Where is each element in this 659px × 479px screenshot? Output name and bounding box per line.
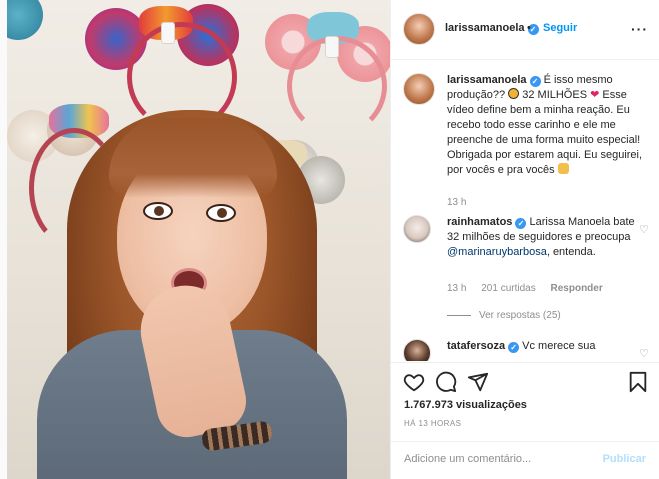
comment-like-heart-icon[interactable]: ♡: [639, 347, 649, 360]
caption-text-part2: 32 MILHÕES: [522, 89, 588, 101]
caption-comment: larissamanoela ✓ É isso mesmo produção?? …: [403, 73, 649, 208]
comment-item: rainhamatos ✓ Larissa Manoela bate 32 mil…: [403, 215, 649, 321]
heart-icon[interactable]: [403, 371, 425, 393]
comment-time[interactable]: 13 h: [447, 283, 466, 294]
comment-text: tatafersoza ✓ Vc merece sua: [447, 339, 643, 354]
author-avatar[interactable]: [403, 13, 435, 45]
comment-composer: Adicione um comentário... Publicar: [391, 441, 659, 479]
caption-username[interactable]: larissamanoela: [447, 74, 527, 86]
comment-text: rainhamatos ✓ Larissa Manoela bate 32 mil…: [447, 215, 643, 260]
verified-badge-icon: ✓: [515, 218, 527, 229]
follow-button[interactable]: Seguir: [543, 22, 577, 34]
instagram-post-modal: larissamanoela ✓ • Seguir ··· larissamano…: [0, 0, 659, 479]
caption-time[interactable]: 13 h: [447, 197, 466, 208]
caption-text-part3: Esse vídeo define bem a minha reação. Eu…: [447, 89, 643, 176]
author-username-text[interactable]: larissamanoela: [445, 22, 525, 34]
comments-list[interactable]: larissamanoela ✓ É isso mesmo produção?? …: [391, 61, 659, 361]
person-right-eye: [206, 204, 236, 222]
post-timestamp[interactable]: HÁ 13 HORAS: [404, 419, 461, 428]
commenter-avatar[interactable]: [403, 339, 431, 361]
commenter-username[interactable]: rainhamatos: [447, 216, 512, 228]
bookmark-icon[interactable]: [627, 371, 649, 393]
comment-mention-link[interactable]: @marinaruybarbosa: [447, 246, 547, 258]
publish-button[interactable]: Publicar: [603, 453, 646, 465]
praying-hands-emoji-icon: [557, 163, 569, 174]
red-heart-emoji-icon: ❤: [590, 89, 600, 101]
caption-meta: 13 h: [447, 197, 478, 208]
author-username[interactable]: larissamanoela ✓: [445, 22, 539, 35]
verified-badge-icon: ✓: [529, 76, 541, 87]
comment-input[interactable]: Adicione um comentário...: [404, 453, 594, 465]
post-header: larissamanoela ✓ • Seguir ···: [391, 0, 659, 60]
commenter-username[interactable]: tatafersoza: [447, 340, 505, 352]
post-side-panel: larissamanoela ✓ • Seguir ··· larissamano…: [390, 0, 659, 479]
verified-badge-icon: ✓: [508, 342, 520, 353]
comment-likes[interactable]: 201 curtidas: [481, 283, 535, 294]
caption-text: larissamanoela ✓ É isso mesmo produção?? …: [447, 73, 643, 178]
share-icon[interactable]: [467, 371, 489, 393]
post-photo[interactable]: [7, 0, 390, 479]
comment-text-body: Vc merece sua: [522, 340, 596, 352]
reply-button[interactable]: Responder: [551, 283, 603, 294]
person-bangs: [109, 118, 277, 198]
comment-meta: 13 h 201 curtidas Responder: [447, 283, 615, 294]
view-replies-button[interactable]: Ver respostas (25): [447, 310, 561, 321]
comment-like-heart-icon[interactable]: ♡: [639, 223, 649, 236]
comment-icon[interactable]: [435, 371, 457, 393]
view-count[interactable]: 1.767.973 visualizações: [404, 399, 527, 411]
commenter-avatar[interactable]: [403, 215, 431, 243]
more-options-icon[interactable]: ···: [631, 21, 648, 37]
header-separator: •: [527, 22, 531, 34]
comment-text-end: , entenda.: [546, 246, 596, 258]
comment-item: tatafersoza ✓ Vc merece sua ♡: [403, 339, 649, 361]
screaming-face-emoji-icon: [508, 88, 520, 99]
person-left-eye: [143, 202, 173, 220]
caption-avatar[interactable]: [403, 73, 435, 105]
post-actions: 1.767.973 visualizações HÁ 13 HORAS: [391, 362, 659, 442]
